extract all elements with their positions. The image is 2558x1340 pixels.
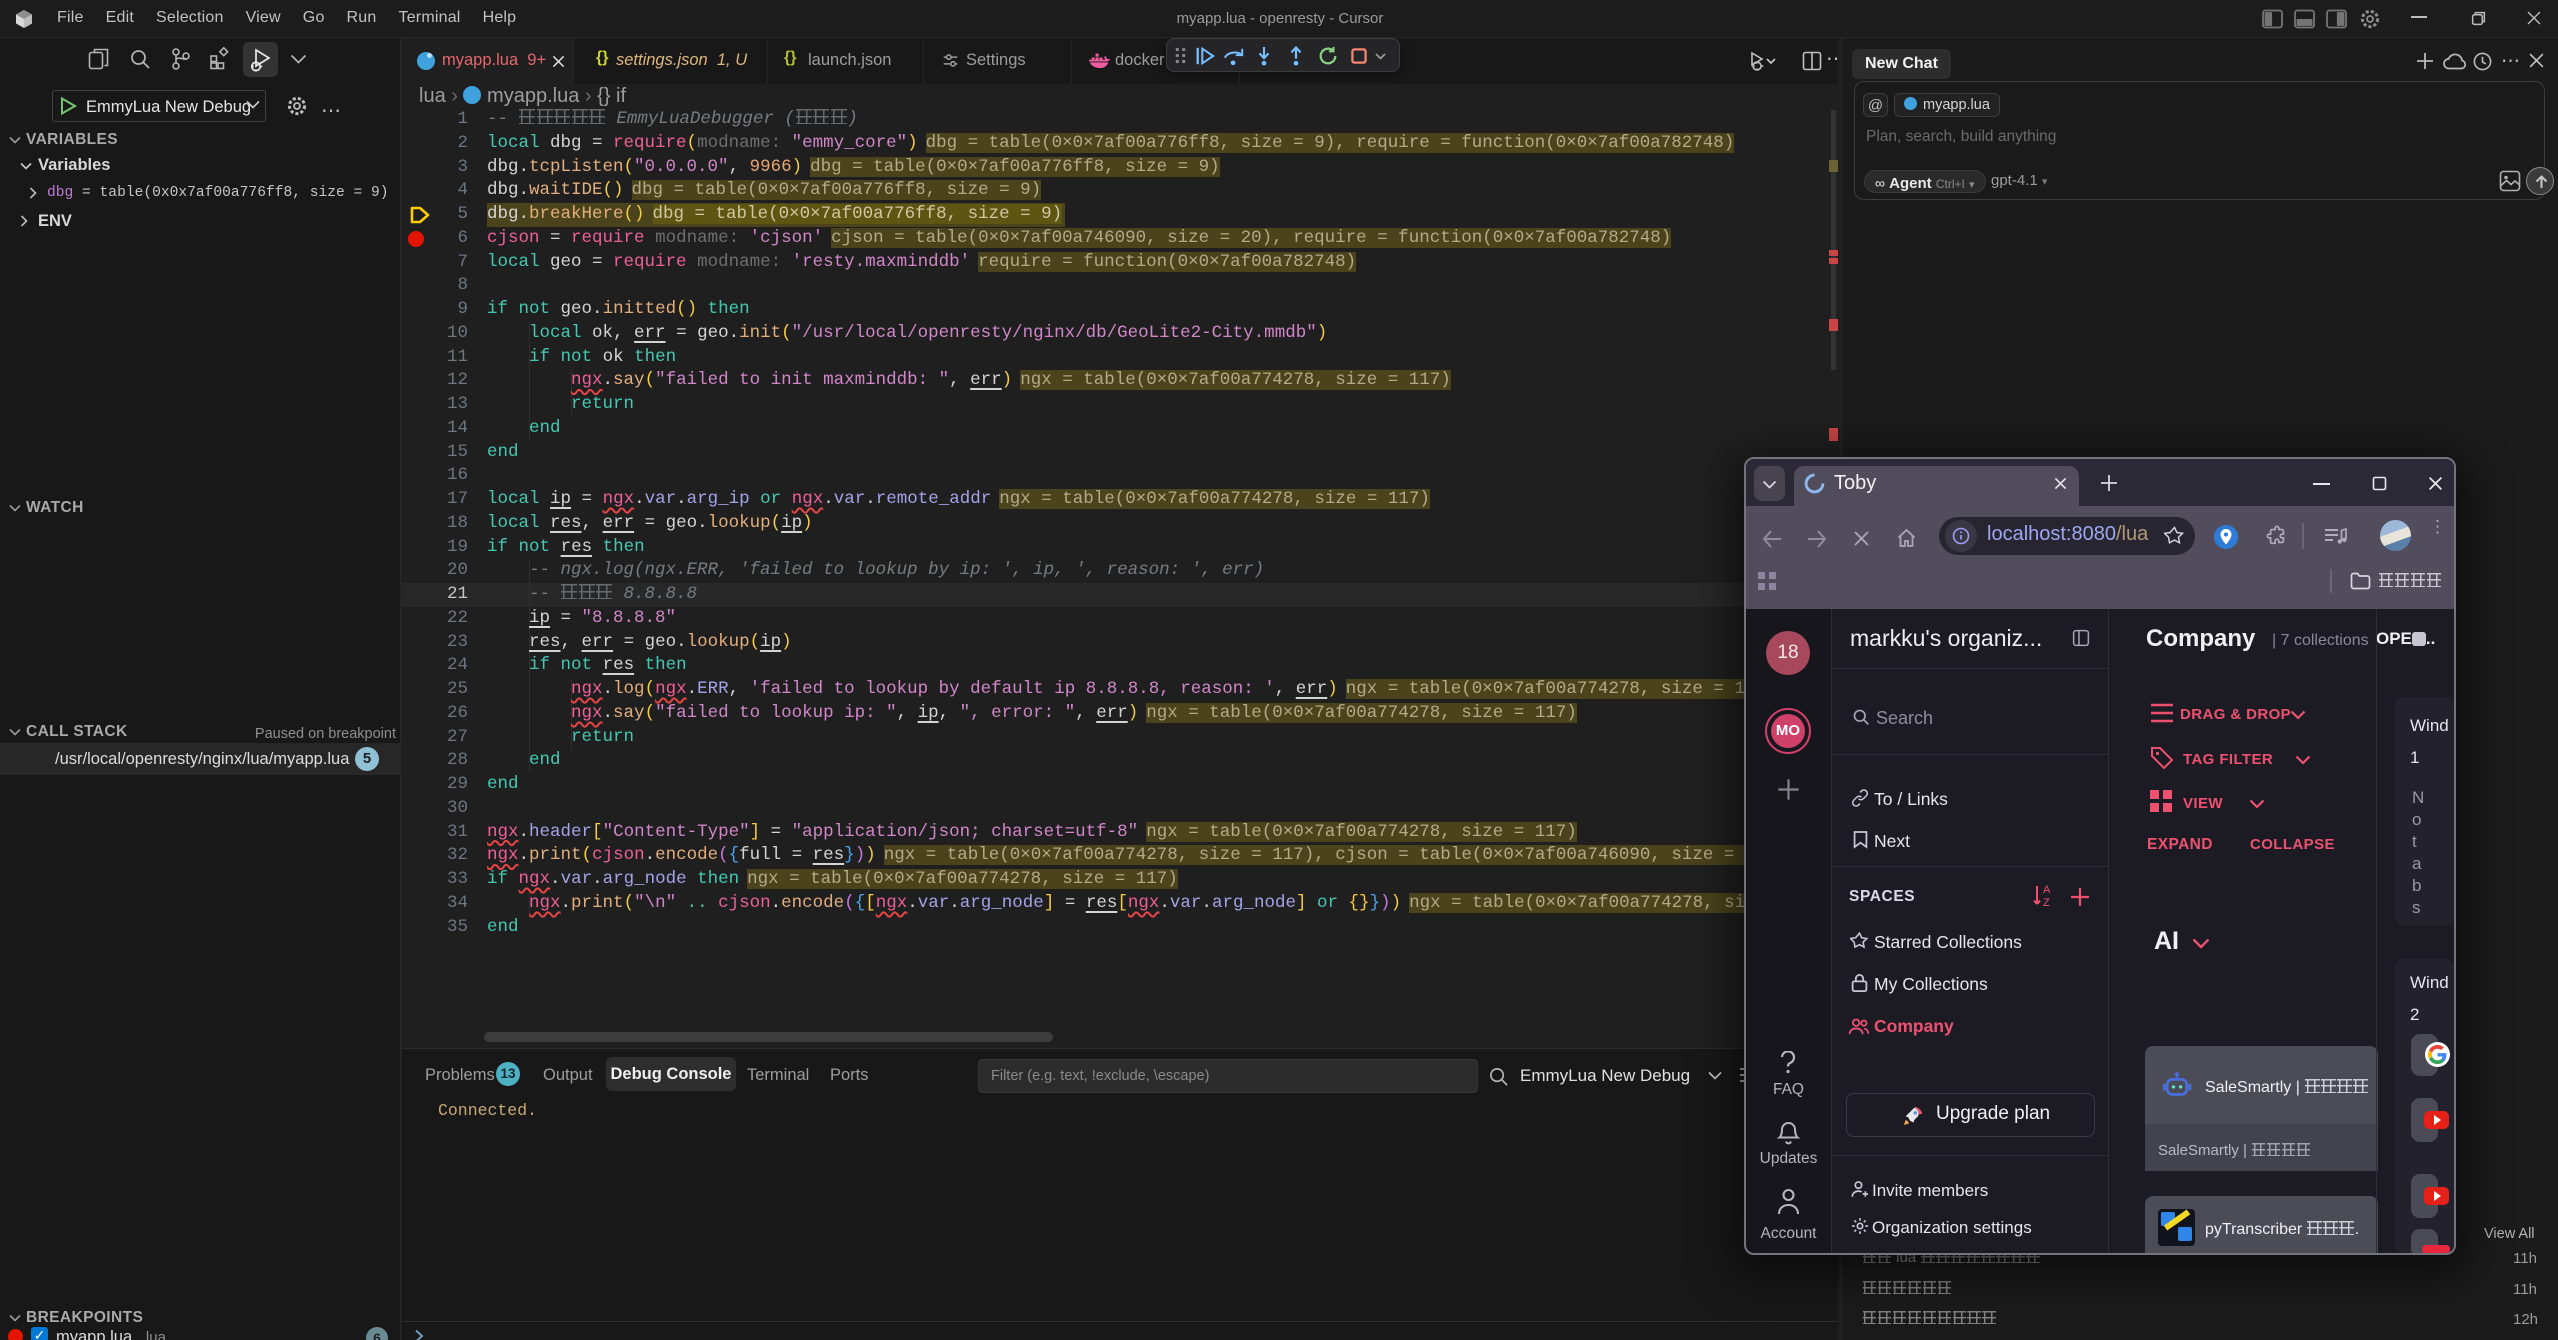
svg-text:A: A [2043, 884, 2051, 896]
svg-text:Z: Z [2043, 897, 2050, 909]
